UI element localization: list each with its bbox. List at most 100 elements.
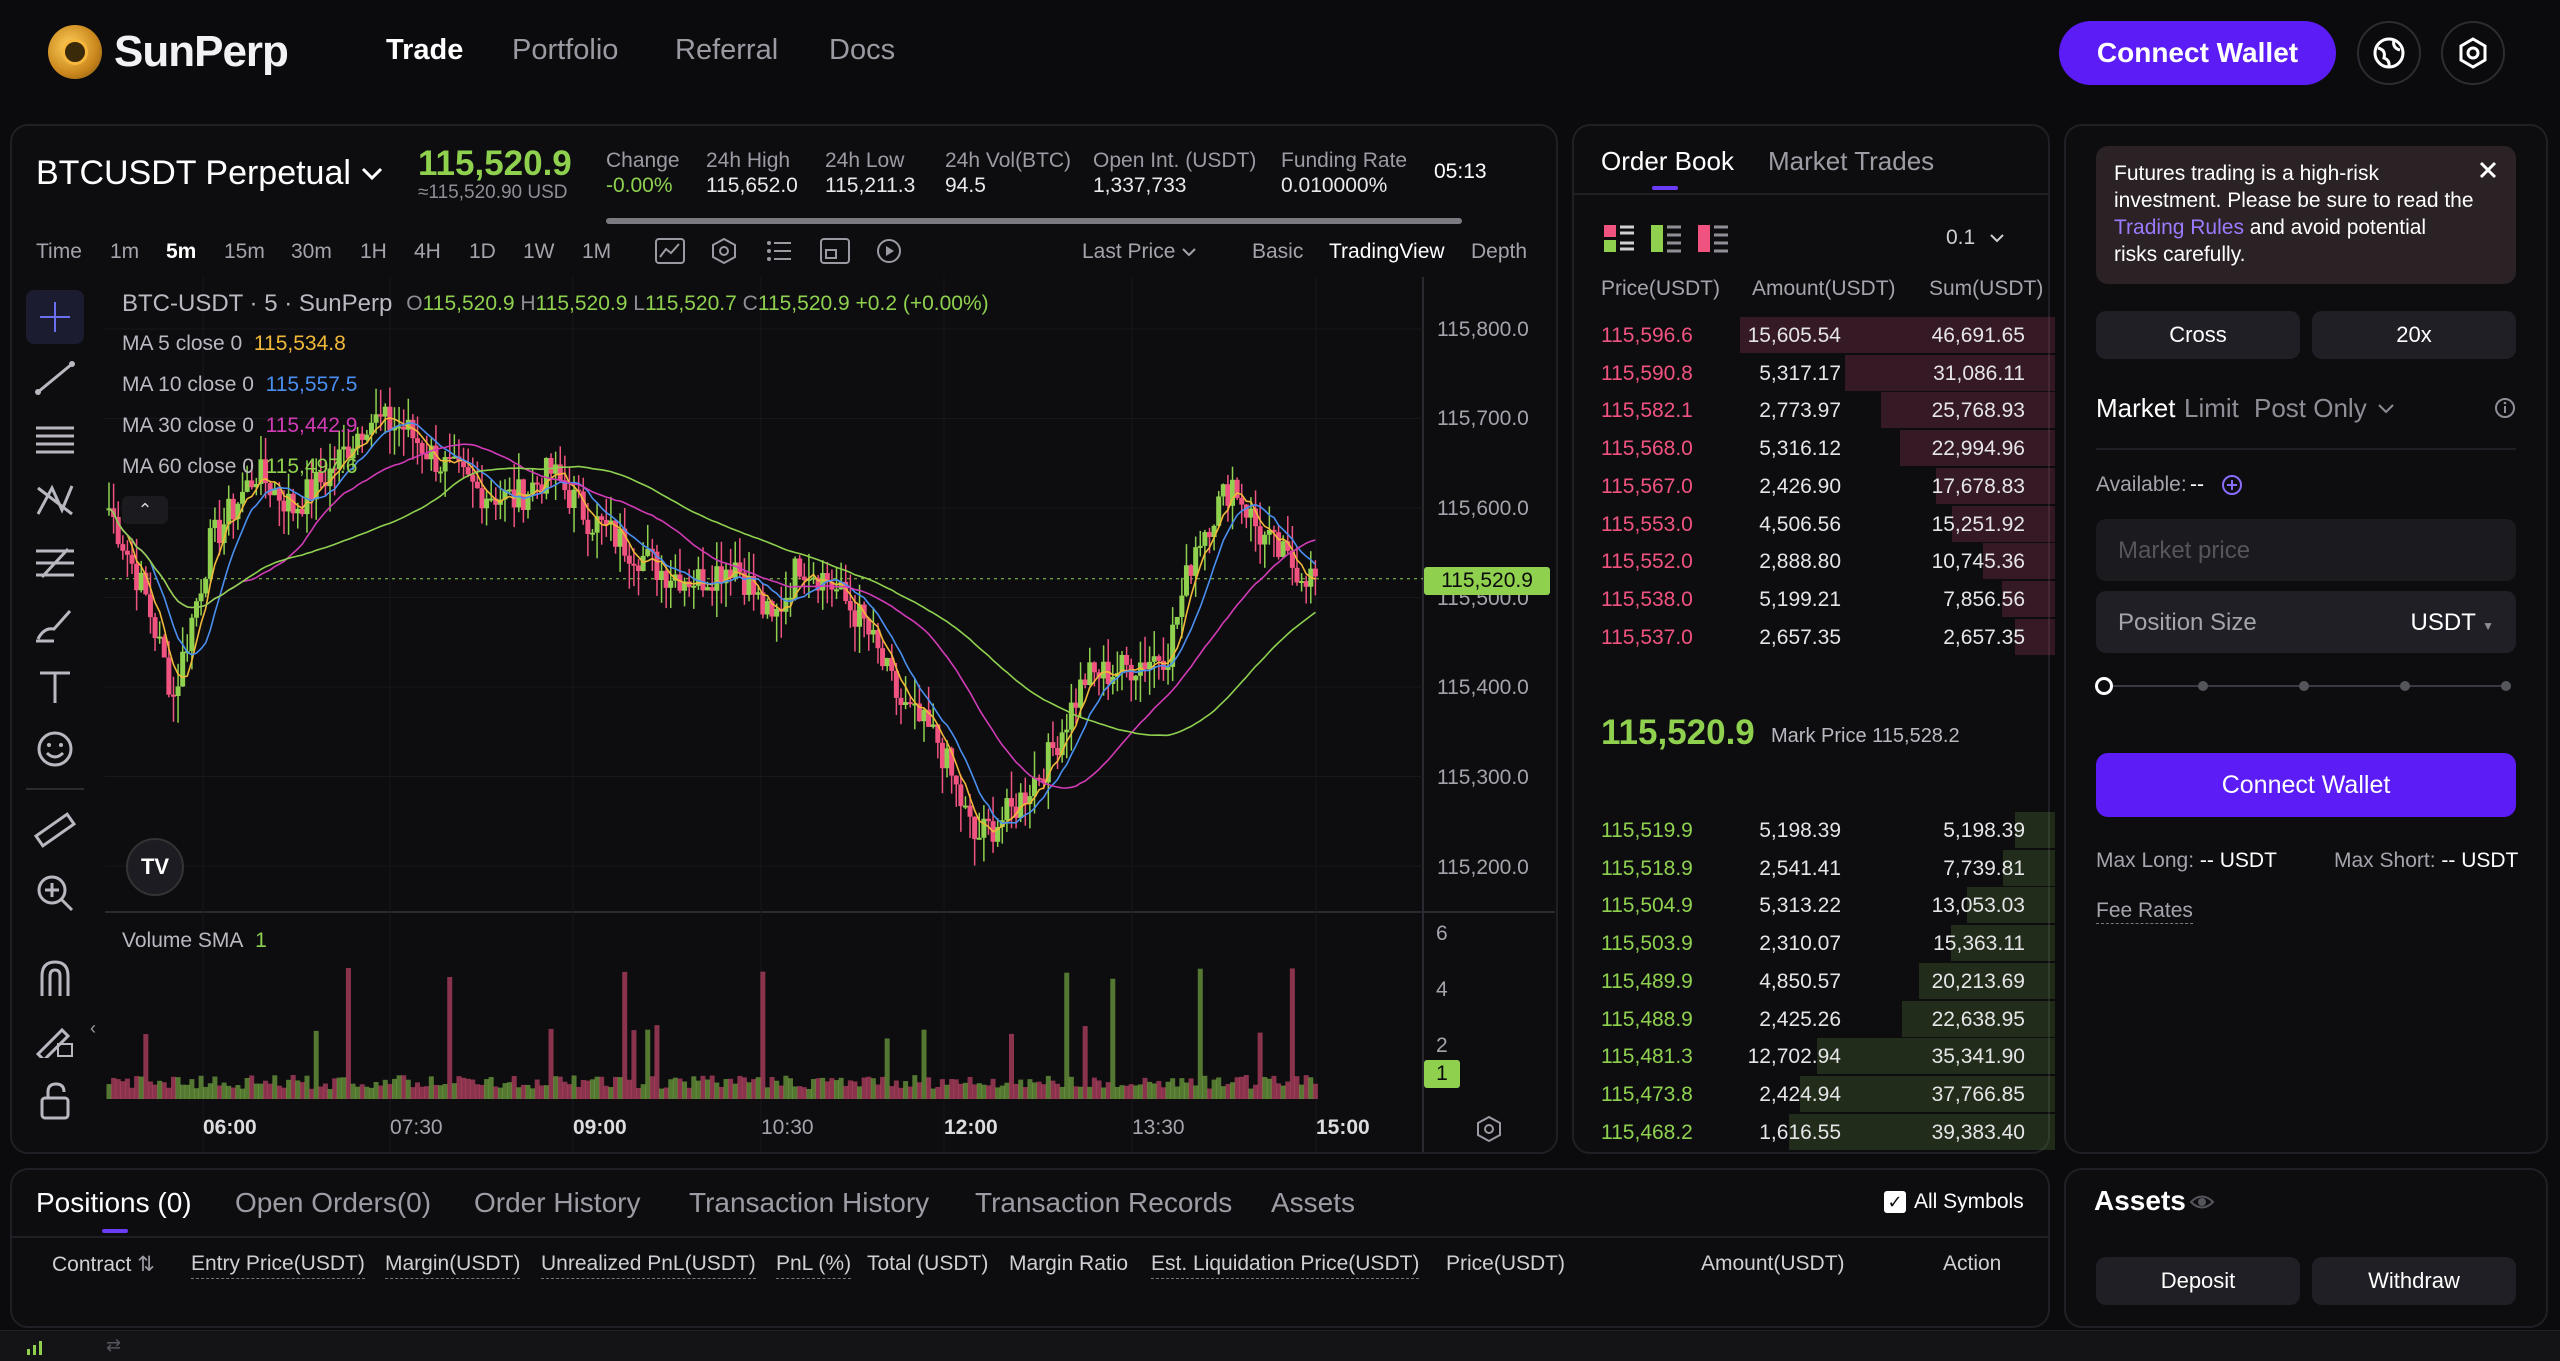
tf-1mo[interactable]: 1M xyxy=(582,240,611,264)
tf-1m[interactable]: 1m xyxy=(110,240,139,264)
position-unit-select[interactable]: USDT ▼ xyxy=(2411,609,2494,637)
pattern-tool-icon[interactable] xyxy=(32,480,78,520)
withdraw-button[interactable]: Withdraw xyxy=(2312,1257,2516,1305)
book-view-bids-icon[interactable] xyxy=(1650,224,1682,254)
tab-transaction-history[interactable]: Transaction History xyxy=(689,1187,929,1219)
bid-row[interactable]: 115,518.9 2,541.41 7,739.81 xyxy=(1601,849,2055,886)
replay-icon[interactable] xyxy=(875,237,903,265)
slider-step-75[interactable] xyxy=(2400,681,2410,691)
tf-15m[interactable]: 15m xyxy=(224,240,265,264)
fullscreen-icon[interactable] xyxy=(820,238,850,264)
deposit-button[interactable]: Deposit xyxy=(2096,1257,2300,1305)
fee-rates-link[interactable]: Fee Rates xyxy=(2096,899,2193,924)
collapse-toolbar-icon[interactable]: ‹ xyxy=(90,1018,96,1039)
bid-row[interactable]: 115,503.9 2,310.07 15,363.11 xyxy=(1601,925,2055,962)
eye-icon[interactable] xyxy=(2189,1191,2215,1213)
ask-row[interactable]: 115,552.0 2,888.80 10,745.36 xyxy=(1601,543,2055,580)
emoji-icon[interactable] xyxy=(32,729,78,769)
symbol-selector[interactable]: BTCUSDT Perpetual xyxy=(36,154,383,193)
order-type-limit[interactable]: Limit xyxy=(2184,393,2239,424)
tab-order-book[interactable]: Order Book xyxy=(1601,146,1734,177)
all-symbols-checkbox[interactable]: ✓ All Symbols xyxy=(1884,1190,2024,1214)
margin-mode-button[interactable]: Cross xyxy=(2096,311,2300,359)
tf-4h[interactable]: 4H xyxy=(414,240,441,264)
position-size-input[interactable]: Position Size USDT ▼ xyxy=(2096,591,2516,653)
collapse-legend-button[interactable]: ⌃ xyxy=(122,496,168,524)
col-contract[interactable]: Contract ⇅ xyxy=(52,1252,155,1277)
order-type-post-only[interactable]: Post Only xyxy=(2254,393,2395,424)
order-type-market[interactable]: Market xyxy=(2096,393,2175,424)
precision-select[interactable]: 0.1 xyxy=(1946,226,2005,250)
view-depth[interactable]: Depth xyxy=(1471,240,1527,264)
slider-step-25[interactable] xyxy=(2198,681,2208,691)
bid-row[interactable]: 115,488.9 2,425.26 22,638.95 xyxy=(1601,1000,2055,1037)
trading-rules-link[interactable]: Trading Rules xyxy=(2114,216,2244,239)
nav-referral[interactable]: Referral xyxy=(675,34,778,67)
view-basic[interactable]: Basic xyxy=(1252,240,1303,264)
tab-transaction-records[interactable]: Transaction Records xyxy=(975,1187,1232,1219)
fib-tool-icon[interactable] xyxy=(32,543,78,583)
tf-1w[interactable]: 1W xyxy=(523,240,555,264)
nav-trade[interactable]: Trade xyxy=(386,34,463,67)
view-tradingview[interactable]: TradingView xyxy=(1329,240,1445,264)
nav-portfolio[interactable]: Portfolio xyxy=(512,34,618,67)
tab-market-trades[interactable]: Market Trades xyxy=(1768,146,1934,177)
tradingview-logo[interactable]: TV xyxy=(126,838,184,896)
bid-row[interactable]: 115,473.8 2,424.94 37,766.85 xyxy=(1601,1075,2055,1112)
tf-5m[interactable]: 5m xyxy=(166,240,196,264)
brush-icon[interactable] xyxy=(32,605,78,645)
settings-button[interactable] xyxy=(2441,21,2505,85)
crosshair-tool[interactable] xyxy=(26,290,84,344)
book-view-both-icon[interactable] xyxy=(1603,224,1635,254)
bid-row[interactable]: 115,504.9 5,313.22 13,053.03 xyxy=(1601,887,2055,924)
list-icon[interactable] xyxy=(766,240,792,262)
ask-row[interactable]: 115,553.0 4,506.56 15,251.92 xyxy=(1601,505,2055,542)
price-type-select[interactable]: Last Price xyxy=(1082,240,1197,264)
nav-docs[interactable]: Docs xyxy=(829,34,895,67)
tab-order-history[interactable]: Order History xyxy=(474,1187,640,1219)
tab-open-orders[interactable]: Open Orders(0) xyxy=(235,1187,431,1219)
zoom-in-icon[interactable] xyxy=(32,872,78,912)
ask-row[interactable]: 115,590.8 5,317.17 31,086.11 xyxy=(1601,354,2055,391)
magnet-icon[interactable] xyxy=(32,958,78,998)
bid-row[interactable]: 115,468.2 1,616.55 39,383.40 xyxy=(1601,1113,2055,1150)
close-icon[interactable] xyxy=(2478,160,2498,180)
slider-step-100[interactable] xyxy=(2501,681,2511,691)
ask-row[interactable]: 115,537.0 2,657.35 2,657.35 xyxy=(1601,618,2055,655)
market-price-input[interactable]: Market price xyxy=(2096,519,2516,581)
ask-row[interactable]: 115,567.0 2,426.90 17,678.83 xyxy=(1601,467,2055,504)
ask-row[interactable]: 115,568.0 5,316.12 22,994.96 xyxy=(1601,430,2055,467)
slider-step-50[interactable] xyxy=(2299,681,2309,691)
ask-row[interactable]: 115,582.1 2,773.97 25,768.93 xyxy=(1601,392,2055,429)
ask-row[interactable]: 115,596.6 15,605.54 46,691.65 xyxy=(1601,317,2055,353)
ask-row[interactable]: 115,538.0 5,199.21 7,856.56 xyxy=(1601,580,2055,617)
connect-wallet-button[interactable]: Connect Wallet xyxy=(2059,21,2336,85)
price-chart[interactable] xyxy=(105,277,1555,1152)
bid-row[interactable]: 115,489.9 4,850.57 20,213.69 xyxy=(1601,962,2055,999)
ruler-icon[interactable] xyxy=(32,810,78,850)
chart-settings-icon[interactable] xyxy=(710,237,738,265)
logo[interactable]: SunPerp xyxy=(48,22,289,82)
tf-1h[interactable]: 1H xyxy=(360,240,387,264)
tab-assets[interactable]: Assets xyxy=(1271,1187,1355,1219)
bid-row[interactable]: 115,481.3 12,702.94 35,341.90 xyxy=(1601,1038,2055,1075)
tab-positions[interactable]: Positions (0) xyxy=(36,1187,192,1219)
tf-30m[interactable]: 30m xyxy=(291,240,332,264)
text-tool-icon[interactable] xyxy=(32,667,78,707)
language-button[interactable] xyxy=(2357,21,2421,85)
info-icon[interactable] xyxy=(2494,397,2516,419)
axis-settings-icon[interactable] xyxy=(1475,1115,1503,1143)
ticker-scrollbar[interactable] xyxy=(606,218,1462,224)
indicator-icon[interactable] xyxy=(655,238,685,264)
bid-row[interactable]: 115,519.9 5,198.39 5,198.39 xyxy=(1601,812,2055,848)
trendline-icon[interactable] xyxy=(32,358,78,398)
leverage-button[interactable]: 20x xyxy=(2312,311,2516,359)
add-funds-icon[interactable] xyxy=(2221,474,2243,496)
horizontal-lines-icon[interactable] xyxy=(32,420,78,460)
lock-drawing-icon[interactable] xyxy=(32,1018,78,1058)
book-view-asks-icon[interactable] xyxy=(1697,224,1729,254)
tf-1d[interactable]: 1D xyxy=(469,240,496,264)
connect-wallet-trade-button[interactable]: Connect Wallet xyxy=(2096,753,2516,817)
size-slider-handle[interactable] xyxy=(2095,677,2113,695)
unlock-icon[interactable] xyxy=(32,1080,78,1120)
